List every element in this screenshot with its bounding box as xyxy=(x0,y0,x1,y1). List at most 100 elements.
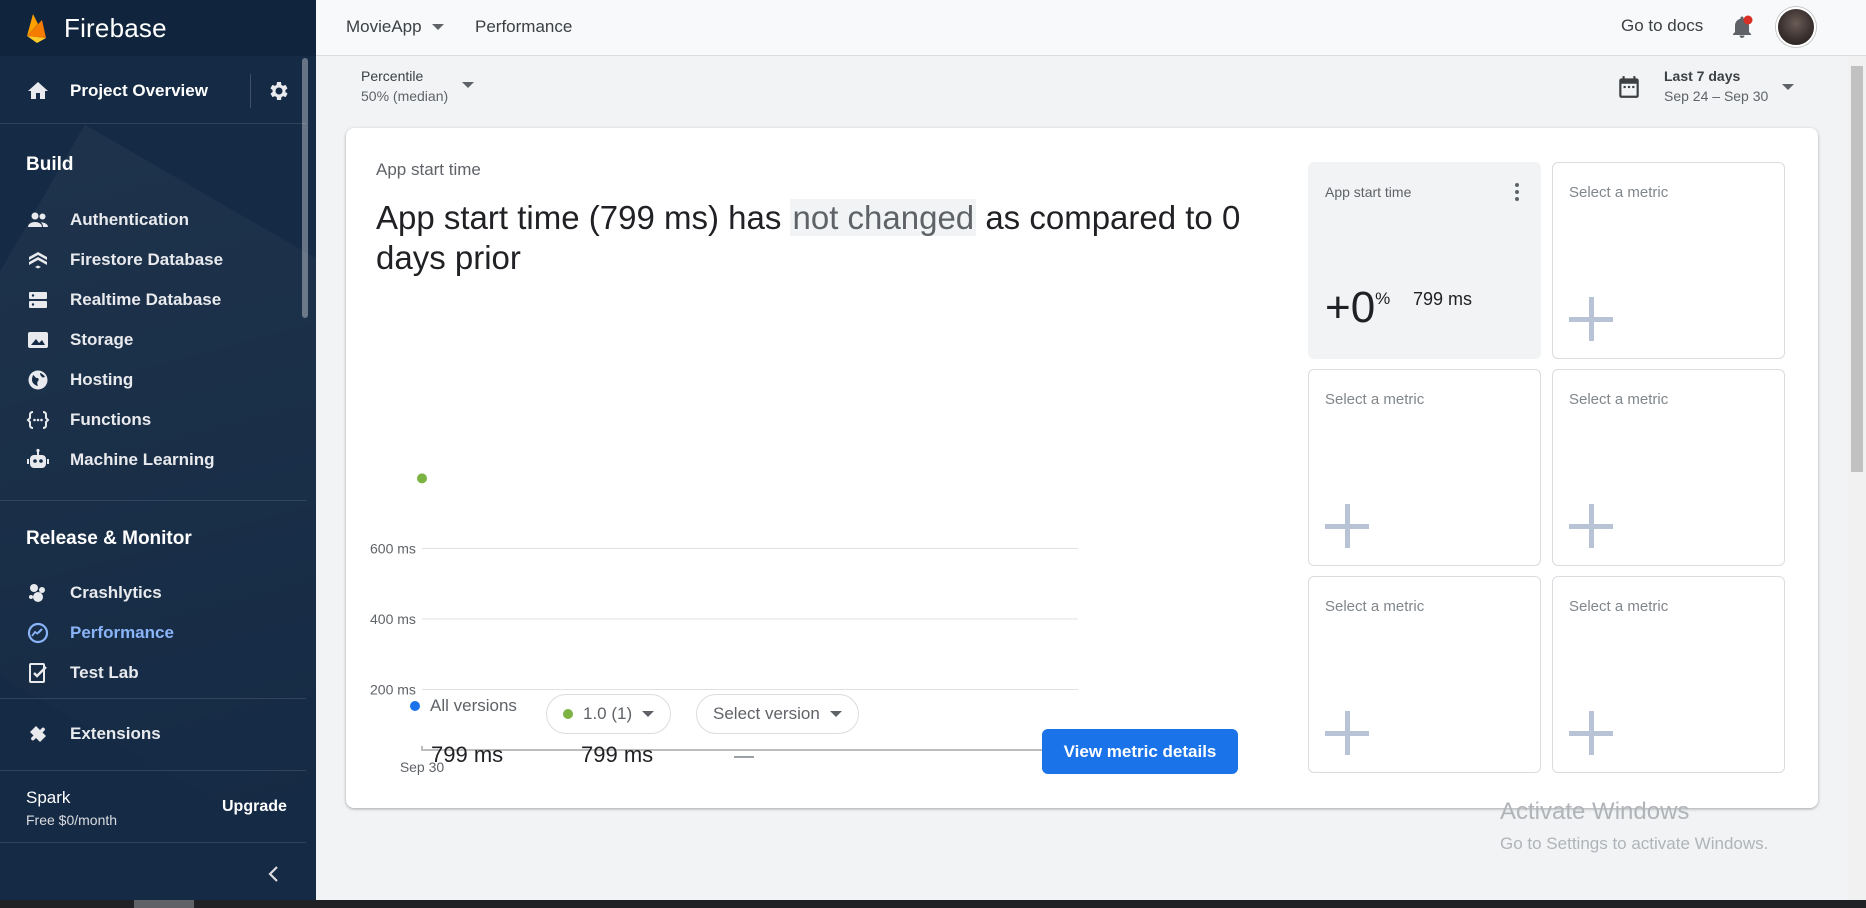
sidebar-divider xyxy=(0,500,306,501)
metric-tile-empty[interactable]: Select a metric xyxy=(1552,576,1785,773)
sidebar-item-label: Authentication xyxy=(70,210,189,229)
percentile-label: Percentile xyxy=(361,68,424,84)
plan-price: Free $0/month xyxy=(26,812,118,828)
tile-change: +0% xyxy=(1325,283,1390,333)
percentile-value: 50% (median) xyxy=(361,88,449,104)
people-icon xyxy=(26,208,50,232)
top-bar: MovieApp Performance Go to docs xyxy=(316,0,1866,56)
tile-label: Select a metric xyxy=(1569,184,1669,201)
sidebar-item-label: Functions xyxy=(70,410,152,429)
sidebar-item-test-lab[interactable]: Test Lab xyxy=(0,653,306,693)
more-vert-icon[interactable] xyxy=(1515,183,1519,201)
build-section-title: Build xyxy=(26,154,74,175)
upgrade-button[interactable]: Upgrade xyxy=(222,798,287,816)
metric-tile-app-start-time[interactable]: App start time +0% 799 ms xyxy=(1308,162,1541,359)
scrollbar-thumb[interactable] xyxy=(134,900,194,908)
project-overview-label: Project Overview xyxy=(70,80,208,100)
page-title: Performance xyxy=(475,17,573,36)
sidebar-item-label: Performance xyxy=(70,623,174,642)
plus-icon xyxy=(1569,504,1613,548)
avatar[interactable] xyxy=(1776,7,1816,47)
extensions-icon xyxy=(26,722,50,746)
x-axis xyxy=(421,746,1079,751)
sidebar-item-label: Crashlytics xyxy=(70,583,162,602)
database-icon xyxy=(26,288,50,312)
notification-bell-icon[interactable] xyxy=(1730,14,1754,40)
project-selector[interactable]: MovieApp xyxy=(346,17,444,37)
activate-windows-watermark: Activate Windows Go to Settings to activ… xyxy=(1500,798,1768,854)
sidebar-item-realtime-database[interactable]: Realtime Database xyxy=(0,280,306,320)
globe-icon xyxy=(26,368,50,392)
release-section-title: Release & Monitor xyxy=(26,528,192,549)
metric-tile-empty[interactable]: Select a metric xyxy=(1552,369,1785,566)
sidebar-divider xyxy=(0,842,306,843)
watermark-subtitle: Go to Settings to activate Windows. xyxy=(1500,834,1769,853)
select-version-label: Select version xyxy=(713,704,820,723)
version-chip[interactable]: 1.0 (1) xyxy=(546,694,672,734)
performance-icon xyxy=(26,621,50,645)
card-label: App start time xyxy=(376,160,481,179)
watermark-title: Activate Windows xyxy=(1500,798,1690,825)
overview-divider xyxy=(250,74,251,108)
sidebar-item-hosting[interactable]: Hosting xyxy=(0,360,306,400)
view-metric-details-button[interactable]: View metric details xyxy=(1042,729,1238,774)
metric-tile-empty[interactable]: Select a metric xyxy=(1308,369,1541,566)
plus-icon xyxy=(1325,711,1369,755)
legend-all-versions[interactable]: All versions xyxy=(410,696,517,716)
plus-icon xyxy=(1325,504,1369,548)
sidebar-item-authentication[interactable]: Authentication xyxy=(0,200,306,240)
sidebar-item-extensions[interactable]: Extensions xyxy=(0,714,306,754)
project-overview-item[interactable]: Project Overview xyxy=(0,58,306,124)
go-to-docs-link[interactable]: Go to docs xyxy=(1621,16,1703,36)
sidebar-item-performance[interactable]: Performance xyxy=(0,613,306,653)
gear-icon[interactable] xyxy=(266,79,290,103)
date-range-label: Last 7 days xyxy=(1664,68,1741,84)
chevron-left-icon[interactable] xyxy=(262,862,286,886)
empty-value-dash xyxy=(734,756,754,758)
plan-info: Spark Free $0/month xyxy=(26,788,117,828)
sidebar-item-machine-learning[interactable]: Machine Learning xyxy=(0,440,306,480)
calendar-icon[interactable] xyxy=(1616,74,1642,100)
sidebar-item-crashlytics[interactable]: Crashlytics xyxy=(0,573,306,613)
sidebar-item-label: Extensions xyxy=(70,724,161,743)
headline-text: App start time (799 ms) has xyxy=(376,199,791,236)
firebase-logo-icon xyxy=(27,14,46,43)
image-icon xyxy=(26,328,50,352)
data-point[interactable] xyxy=(417,473,427,484)
headline-highlight: not changed xyxy=(790,199,977,236)
legend-label: All versions xyxy=(430,696,517,715)
tile-label: Select a metric xyxy=(1325,598,1425,615)
robot-icon xyxy=(26,448,50,472)
tile-change-unit: % xyxy=(1375,289,1391,308)
metric-tile-empty[interactable]: Select a metric xyxy=(1308,576,1541,773)
functions-icon xyxy=(26,408,50,432)
scrollbar-thumb[interactable] xyxy=(1851,66,1863,472)
sidebar-item-storage[interactable]: Storage xyxy=(0,320,306,360)
date-range-selector[interactable]: Last 7 days Sep 24 – Sep 30 xyxy=(1664,68,1768,104)
y-tick-label: 600 ms xyxy=(370,541,416,557)
home-icon xyxy=(28,81,48,99)
brand-header[interactable]: Firebase xyxy=(0,0,316,56)
tile-value: 799 ms xyxy=(1413,289,1473,309)
page-scrollbar[interactable] xyxy=(1848,56,1866,908)
sidebar-item-firestore[interactable]: Firestore Database xyxy=(0,240,306,280)
tile-change-value: +0 xyxy=(1325,283,1376,332)
metric-tile-empty[interactable]: Select a metric xyxy=(1552,162,1785,359)
value-all-versions: 799 ms xyxy=(431,742,504,767)
sidebar-divider xyxy=(0,770,306,771)
date-range-value: Sep 24 – Sep 30 xyxy=(1664,88,1769,104)
percentile-selector[interactable]: Percentile 50% (median) xyxy=(361,68,448,104)
horizontal-scrollbar[interactable] xyxy=(0,900,1866,908)
sidebar-item-functions[interactable]: Functions xyxy=(0,400,306,440)
sidebar-item-label: Test Lab xyxy=(70,663,139,682)
series-dot xyxy=(563,709,573,719)
plus-icon xyxy=(1569,297,1613,341)
select-version-dropdown[interactable]: Select version xyxy=(696,694,859,734)
sidebar-item-label: Storage xyxy=(70,330,134,349)
sidebar: Firebase Project Overview Build Authenti… xyxy=(0,0,316,908)
sidebar-item-label: Firestore Database xyxy=(70,250,224,269)
metric-headline: App start time (799 ms) has not changed … xyxy=(376,198,1276,278)
caret-down-icon[interactable] xyxy=(1782,84,1794,90)
sidebar-divider xyxy=(0,698,306,699)
caret-down-icon[interactable] xyxy=(462,82,474,88)
